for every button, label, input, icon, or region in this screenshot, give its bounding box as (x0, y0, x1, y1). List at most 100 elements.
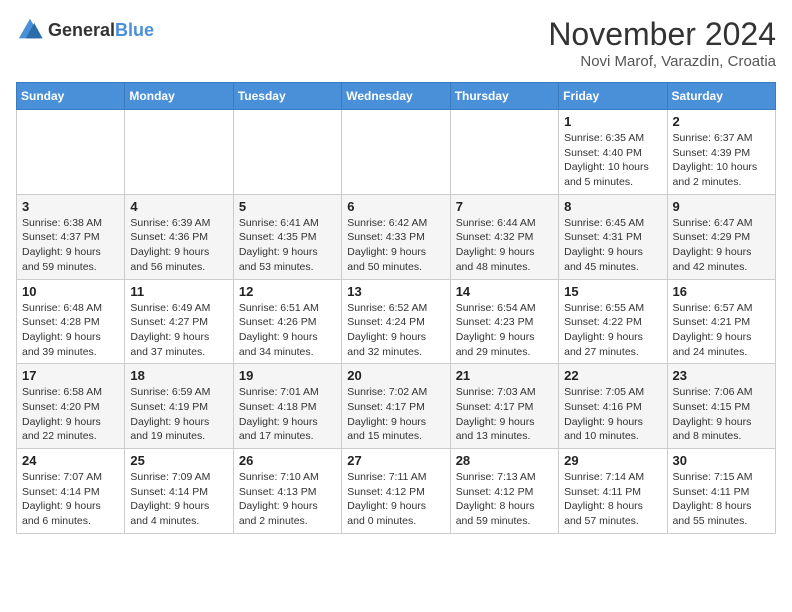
day-number: 24 (22, 453, 119, 468)
day-number: 27 (347, 453, 444, 468)
calendar-cell: 16 Sunrise: 6:57 AM Sunset: 4:21 PM Dayli… (667, 279, 775, 364)
calendar-cell: 11 Sunrise: 6:49 AM Sunset: 4:27 PM Dayli… (125, 279, 233, 364)
calendar-cell: 27 Sunrise: 7:11 AM Sunset: 4:12 PM Dayli… (342, 449, 450, 534)
day-number: 2 (673, 114, 770, 129)
calendar-cell: 17 Sunrise: 6:58 AM Sunset: 4:20 PM Dayli… (17, 364, 125, 449)
day-info: Sunrise: 7:14 AM Sunset: 4:11 PM Dayligh… (564, 470, 661, 529)
calendar-cell: 13 Sunrise: 6:52 AM Sunset: 4:24 PM Dayli… (342, 279, 450, 364)
day-info: Sunrise: 6:38 AM Sunset: 4:37 PM Dayligh… (22, 216, 119, 275)
day-number: 4 (130, 199, 227, 214)
calendar-cell: 28 Sunrise: 7:13 AM Sunset: 4:12 PM Dayli… (450, 449, 558, 534)
weekday-header-row: SundayMondayTuesdayWednesdayThursdayFrid… (17, 83, 776, 110)
weekday-header-friday: Friday (559, 83, 667, 110)
calendar-cell: 12 Sunrise: 6:51 AM Sunset: 4:26 PM Dayli… (233, 279, 341, 364)
day-info: Sunrise: 6:49 AM Sunset: 4:27 PM Dayligh… (130, 301, 227, 360)
day-info: Sunrise: 6:39 AM Sunset: 4:36 PM Dayligh… (130, 216, 227, 275)
logo: GeneralBlue (16, 16, 154, 44)
calendar-cell: 18 Sunrise: 6:59 AM Sunset: 4:19 PM Dayli… (125, 364, 233, 449)
calendar-cell: 7 Sunrise: 6:44 AM Sunset: 4:32 PM Daylig… (450, 194, 558, 279)
calendar-cell: 6Sunrise: 6:42 AM Sunset: 4:33 PM Daylig… (342, 194, 450, 279)
calendar-cell: 22 Sunrise: 7:05 AM Sunset: 4:16 PM Dayli… (559, 364, 667, 449)
day-number: 13 (347, 284, 444, 299)
calendar-cell: 29 Sunrise: 7:14 AM Sunset: 4:11 PM Dayli… (559, 449, 667, 534)
day-number: 22 (564, 368, 661, 383)
weekday-header-thursday: Thursday (450, 83, 558, 110)
day-number: 25 (130, 453, 227, 468)
day-number: 9 (673, 199, 770, 214)
calendar-cell (233, 110, 341, 195)
location-title: Novi Marof, Varazdin, Croatia (548, 53, 776, 70)
day-info: Sunrise: 7:09 AM Sunset: 4:14 PM Dayligh… (130, 470, 227, 529)
weekday-header-monday: Monday (125, 83, 233, 110)
calendar-cell: 10 Sunrise: 6:48 AM Sunset: 4:28 PM Dayli… (17, 279, 125, 364)
calendar-cell: 14 Sunrise: 6:54 AM Sunset: 4:23 PM Dayli… (450, 279, 558, 364)
calendar-week-row: 17 Sunrise: 6:58 AM Sunset: 4:20 PM Dayli… (17, 364, 776, 449)
calendar-cell: 24 Sunrise: 7:07 AM Sunset: 4:14 PM Dayli… (17, 449, 125, 534)
day-info: Sunrise: 6:52 AM Sunset: 4:24 PM Dayligh… (347, 301, 444, 360)
day-number: 21 (456, 368, 553, 383)
weekday-header-wednesday: Wednesday (342, 83, 450, 110)
day-info: Sunrise: 6:37 AM Sunset: 4:39 PM Dayligh… (673, 131, 770, 190)
day-number: 6 (347, 199, 444, 214)
calendar-cell: 3 Sunrise: 6:38 AM Sunset: 4:37 PM Daylig… (17, 194, 125, 279)
day-info: Sunrise: 7:03 AM Sunset: 4:17 PM Dayligh… (456, 385, 553, 444)
day-number: 3 (22, 199, 119, 214)
day-number: 26 (239, 453, 336, 468)
logo-text-general: General (48, 20, 115, 40)
day-number: 7 (456, 199, 553, 214)
day-number: 20 (347, 368, 444, 383)
logo-text-blue: Blue (115, 20, 154, 40)
day-number: 29 (564, 453, 661, 468)
day-info: Sunrise: 6:51 AM Sunset: 4:26 PM Dayligh… (239, 301, 336, 360)
calendar-cell: 1 Sunrise: 6:35 AM Sunset: 4:40 PM Daylig… (559, 110, 667, 195)
calendar-cell: 15 Sunrise: 6:55 AM Sunset: 4:22 PM Dayli… (559, 279, 667, 364)
day-info: Sunrise: 7:01 AM Sunset: 4:18 PM Dayligh… (239, 385, 336, 444)
calendar-cell: 8Sunrise: 6:45 AM Sunset: 4:31 PM Daylig… (559, 194, 667, 279)
day-info: Sunrise: 6:55 AM Sunset: 4:22 PM Dayligh… (564, 301, 661, 360)
day-info: Sunrise: 7:11 AM Sunset: 4:12 PM Dayligh… (347, 470, 444, 529)
day-number: 1 (564, 114, 661, 129)
calendar-cell: 23 Sunrise: 7:06 AM Sunset: 4:15 PM Dayli… (667, 364, 775, 449)
weekday-header-tuesday: Tuesday (233, 83, 341, 110)
title-area: November 2024 Novi Marof, Varazdin, Croa… (548, 16, 776, 70)
calendar-cell: 19Sunrise: 7:01 AM Sunset: 4:18 PM Dayli… (233, 364, 341, 449)
day-info: Sunrise: 7:15 AM Sunset: 4:11 PM Dayligh… (673, 470, 770, 529)
day-info: Sunrise: 6:57 AM Sunset: 4:21 PM Dayligh… (673, 301, 770, 360)
day-info: Sunrise: 6:41 AM Sunset: 4:35 PM Dayligh… (239, 216, 336, 275)
day-info: Sunrise: 7:07 AM Sunset: 4:14 PM Dayligh… (22, 470, 119, 529)
calendar-cell (125, 110, 233, 195)
day-number: 12 (239, 284, 336, 299)
calendar-cell (450, 110, 558, 195)
calendar-week-row: 1 Sunrise: 6:35 AM Sunset: 4:40 PM Daylig… (17, 110, 776, 195)
day-number: 18 (130, 368, 227, 383)
day-number: 8 (564, 199, 661, 214)
day-info: Sunrise: 7:05 AM Sunset: 4:16 PM Dayligh… (564, 385, 661, 444)
day-info: Sunrise: 6:35 AM Sunset: 4:40 PM Dayligh… (564, 131, 661, 190)
day-info: Sunrise: 6:44 AM Sunset: 4:32 PM Dayligh… (456, 216, 553, 275)
calendar-week-row: 10 Sunrise: 6:48 AM Sunset: 4:28 PM Dayli… (17, 279, 776, 364)
day-info: Sunrise: 7:06 AM Sunset: 4:15 PM Dayligh… (673, 385, 770, 444)
weekday-header-saturday: Saturday (667, 83, 775, 110)
calendar-cell: 4 Sunrise: 6:39 AM Sunset: 4:36 PM Daylig… (125, 194, 233, 279)
day-info: Sunrise: 7:10 AM Sunset: 4:13 PM Dayligh… (239, 470, 336, 529)
day-number: 14 (456, 284, 553, 299)
day-number: 15 (564, 284, 661, 299)
calendar-week-row: 3 Sunrise: 6:38 AM Sunset: 4:37 PM Daylig… (17, 194, 776, 279)
calendar-cell (342, 110, 450, 195)
day-number: 28 (456, 453, 553, 468)
day-number: 23 (673, 368, 770, 383)
day-number: 10 (22, 284, 119, 299)
day-number: 16 (673, 284, 770, 299)
day-info: Sunrise: 7:13 AM Sunset: 4:12 PM Dayligh… (456, 470, 553, 529)
day-info: Sunrise: 6:54 AM Sunset: 4:23 PM Dayligh… (456, 301, 553, 360)
calendar-cell: 2 Sunrise: 6:37 AM Sunset: 4:39 PM Daylig… (667, 110, 775, 195)
header: GeneralBlue November 2024 Novi Marof, Va… (16, 16, 776, 70)
day-info: Sunrise: 6:48 AM Sunset: 4:28 PM Dayligh… (22, 301, 119, 360)
day-info: Sunrise: 6:58 AM Sunset: 4:20 PM Dayligh… (22, 385, 119, 444)
day-number: 11 (130, 284, 227, 299)
day-number: 17 (22, 368, 119, 383)
calendar-table: SundayMondayTuesdayWednesdayThursdayFrid… (16, 82, 776, 534)
day-info: Sunrise: 7:02 AM Sunset: 4:17 PM Dayligh… (347, 385, 444, 444)
day-info: Sunrise: 6:59 AM Sunset: 4:19 PM Dayligh… (130, 385, 227, 444)
calendar-cell: 20 Sunrise: 7:02 AM Sunset: 4:17 PM Dayli… (342, 364, 450, 449)
